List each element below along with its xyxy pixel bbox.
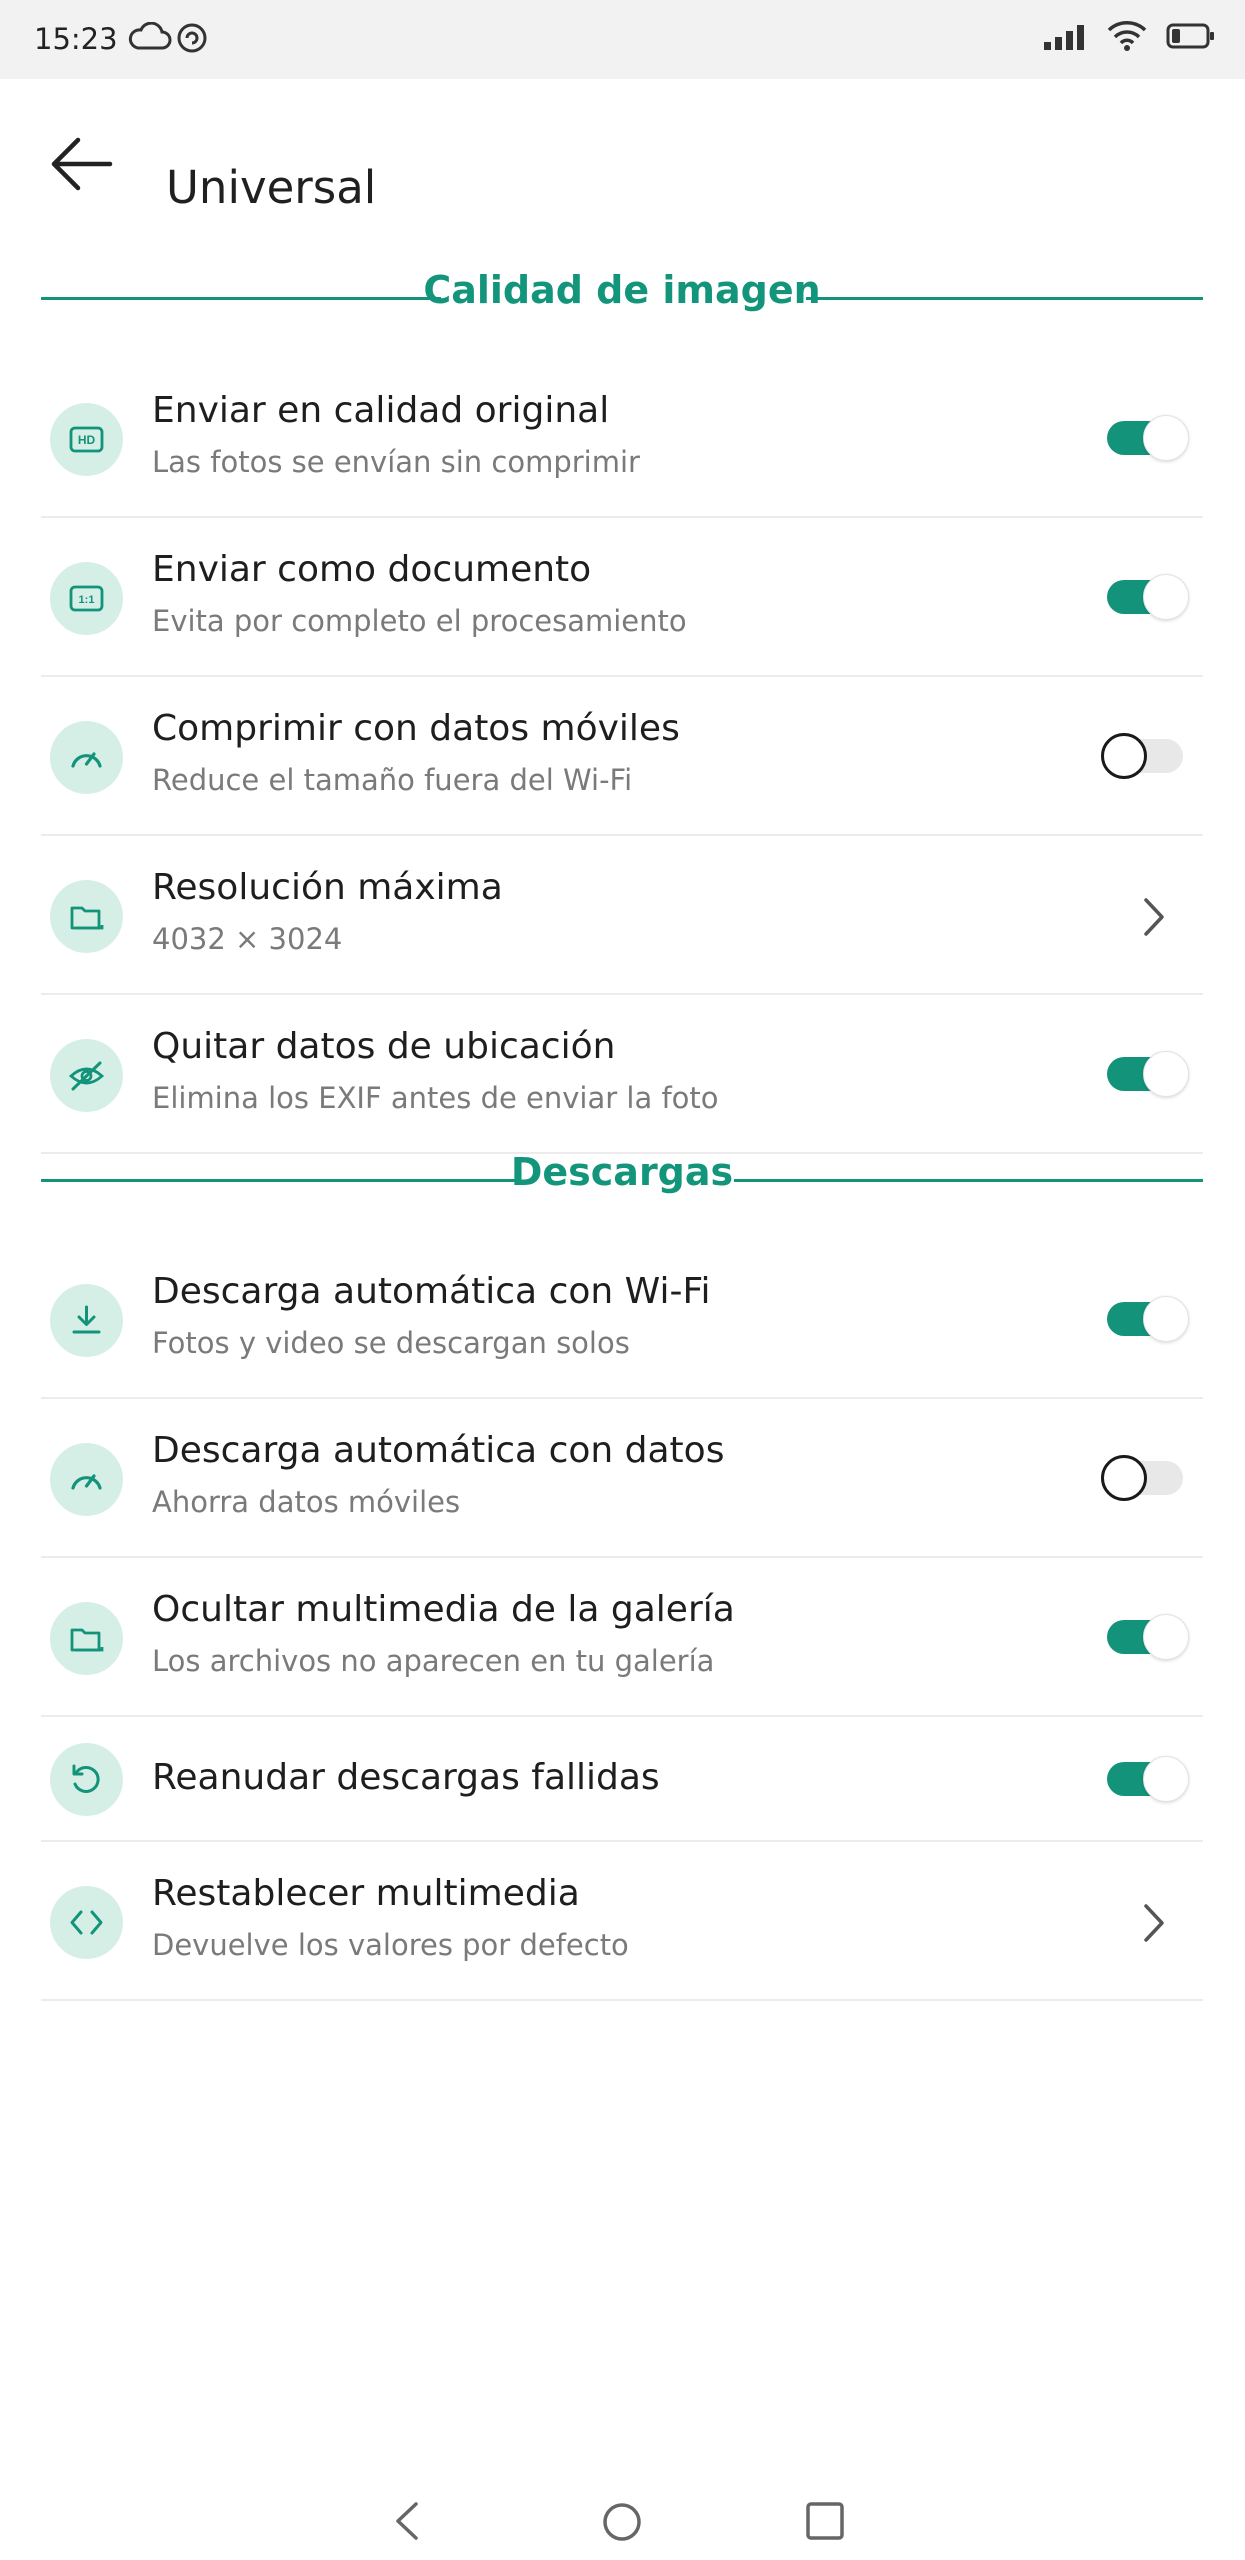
settings-row-remove-location[interactable]: Quitar datos de ubicación Elimina los EX… <box>41 995 1203 1154</box>
row-label: Reanudar descargas fallidas <box>152 1757 660 1798</box>
code-icon <box>50 1886 123 1959</box>
square-recents-icon <box>806 2502 844 2540</box>
ratio-icon: 1:1 <box>50 562 123 635</box>
row-label: Enviar como documento <box>152 549 592 590</box>
row-subtitle: Fotos y video se descargan solos <box>152 1326 630 1360</box>
row-subtitle: 4032 × 3024 <box>152 922 343 956</box>
battery-icon <box>1166 22 1216 55</box>
cloud-icon <box>128 21 172 57</box>
row-subtitle: Las fotos se envían sin comprimir <box>152 445 640 479</box>
svg-text:1:1: 1:1 <box>79 594 95 606</box>
back-button[interactable] <box>48 128 120 200</box>
row-subtitle: Devuelve los valores por defecto <box>152 1928 629 1962</box>
settings-row-reset-media[interactable]: Restablecer multimedia Devuelve los valo… <box>41 1842 1203 2001</box>
row-label: Restablecer multimedia <box>152 1873 580 1914</box>
row-subtitle: Los archivos no aparecen en tu galería <box>152 1644 715 1678</box>
speedometer-icon <box>50 721 123 794</box>
settings-row-original-quality[interactable]: HD Enviar en calidad original Las fotos … <box>41 359 1203 518</box>
wifi-icon <box>1106 18 1148 57</box>
settings-row-compress-mobile-data[interactable]: Comprimir con datos móviles Reduce el ta… <box>41 677 1203 836</box>
signal-icon <box>1042 22 1090 57</box>
settings-row-auto-download-data[interactable]: Descarga automática con datos Ahorra dat… <box>41 1399 1203 1558</box>
row-subtitle: Reduce el tamaño fuera del Wi-Fi <box>152 763 633 797</box>
settings-row-max-resolution[interactable]: Resolución máxima 4032 × 3024 <box>41 836 1203 995</box>
hd-icon: HD <box>50 403 123 476</box>
nav-recents-button[interactable] <box>804 2500 846 2547</box>
row-label: Enviar en calidad original <box>152 390 610 431</box>
row-subtitle: Evita por completo el procesamiento <box>152 604 687 638</box>
page-title: Universal <box>166 161 377 214</box>
nav-home-button[interactable] <box>600 2500 644 2549</box>
triangle-back-icon <box>396 2502 418 2540</box>
chevron-right-icon <box>1144 898 1164 936</box>
svg-text:HD: HD <box>78 433 96 447</box>
row-label: Ocultar multimedia de la galería <box>152 1589 735 1630</box>
row-subtitle: Ahorra datos móviles <box>152 1485 461 1519</box>
row-label: Descarga automática con datos <box>152 1430 725 1471</box>
settings-row-send-as-document[interactable]: 1:1 Enviar como documento Evita por comp… <box>41 518 1203 677</box>
sync-icon <box>176 22 208 59</box>
toggle-compress-mobile-data[interactable] <box>1101 733 1189 779</box>
section-header-image-quality: Calidad de imagen <box>41 268 1203 328</box>
toggle-auto-download-wifi[interactable] <box>1101 1296 1189 1342</box>
folder-icon <box>50 880 123 953</box>
eye-off-icon <box>50 1039 123 1112</box>
refresh-icon <box>50 1743 123 1816</box>
chevron-right-icon <box>1144 1904 1164 1942</box>
toggle-original-quality[interactable] <box>1101 415 1189 461</box>
section-header-downloads: Descargas <box>41 1150 1203 1210</box>
row-subtitle: Elimina los EXIF antes de enviar la foto <box>152 1081 719 1115</box>
toggle-resume-downloads[interactable] <box>1101 1756 1189 1802</box>
download-icon <box>50 1284 123 1357</box>
speedometer-icon <box>50 1443 123 1516</box>
row-label: Resolución máxima <box>152 867 503 908</box>
arrow-left-icon <box>51 137 113 191</box>
circle-home-icon <box>603 2503 641 2541</box>
toggle-send-as-document[interactable] <box>1101 574 1189 620</box>
toggle-remove-location[interactable] <box>1101 1051 1189 1097</box>
row-label: Quitar datos de ubicación <box>152 1026 616 1067</box>
settings-row-hide-media[interactable]: Ocultar multimedia de la galería Los arc… <box>41 1558 1203 1717</box>
folder-icon <box>50 1602 123 1675</box>
toggle-hide-media[interactable] <box>1101 1614 1189 1660</box>
row-label: Comprimir con datos móviles <box>152 708 680 749</box>
settings-row-auto-download-wifi[interactable]: Descarga automática con Wi-Fi Fotos y vi… <box>41 1240 1203 1399</box>
status-time: 15:23 <box>34 22 118 56</box>
row-label: Descarga automática con Wi-Fi <box>152 1271 711 1312</box>
section-title: Calidad de imagen <box>423 268 821 312</box>
settings-row-resume-downloads[interactable]: Reanudar descargas fallidas <box>41 1717 1203 1842</box>
section-title: Descargas <box>510 1150 734 1194</box>
nav-back-button[interactable] <box>390 2500 424 2547</box>
toggle-auto-download-data[interactable] <box>1101 1455 1189 1501</box>
status-bar: 15:23 <box>0 0 1245 79</box>
